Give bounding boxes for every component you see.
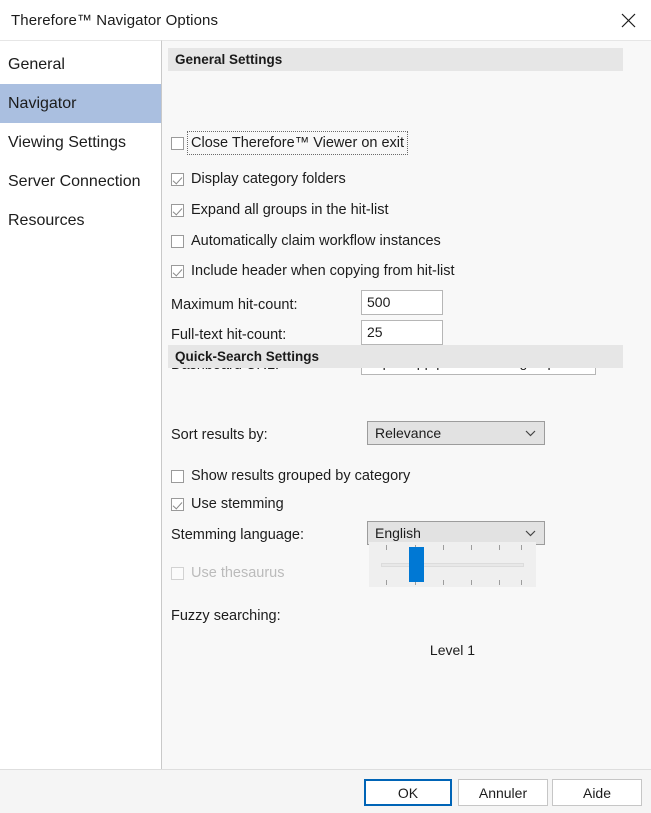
sidebar-item-label: General bbox=[8, 55, 65, 73]
select-sort-results-by[interactable]: Relevance bbox=[367, 421, 545, 445]
checkbox-row-show-grouped-by-category[interactable]: Show results grouped by category bbox=[171, 467, 410, 485]
quick-search-settings-header: Quick-Search Settings bbox=[168, 345, 623, 368]
slider-tick bbox=[499, 580, 500, 585]
checkbox-row-auto-claim-workflow[interactable]: Automatically claim workflow instances bbox=[171, 232, 441, 250]
chevron-down-icon bbox=[525, 422, 536, 444]
checkbox-row-display-category-folders[interactable]: Display category folders bbox=[171, 170, 346, 188]
general-settings-header: General Settings bbox=[168, 48, 623, 71]
sidebar: General Navigator Viewing Settings Serve… bbox=[0, 40, 162, 769]
checkbox-label: Show results grouped by category bbox=[191, 468, 411, 484]
slider-level-caption: Level 1 bbox=[429, 642, 476, 658]
checkbox-row-expand-all-groups[interactable]: Expand all groups in the hit-list bbox=[171, 201, 388, 219]
help-button[interactable]: Aide bbox=[552, 779, 642, 806]
label-sort-results-by: Sort results by: bbox=[171, 427, 268, 443]
chevron-down-icon bbox=[525, 522, 536, 544]
ok-button[interactable]: OK bbox=[364, 779, 452, 806]
input-full-text-hit-count[interactable]: 25 bbox=[361, 320, 443, 345]
slider-tick bbox=[521, 580, 522, 585]
slider-tick bbox=[443, 580, 444, 585]
slider-fuzzy-searching[interactable] bbox=[369, 542, 536, 587]
checkbox-row-use-thesaurus: Use thesaurus bbox=[171, 564, 285, 582]
checkbox-include-header-copy[interactable] bbox=[171, 264, 184, 278]
slider-tick bbox=[521, 545, 522, 550]
checkbox-row-include-header-copy[interactable]: Include header when copying from hit-lis… bbox=[171, 262, 455, 280]
checkbox-close-viewer-on-exit[interactable] bbox=[171, 136, 184, 150]
slider-tick bbox=[443, 545, 444, 550]
slider-track bbox=[381, 563, 524, 567]
checkbox-show-grouped-by-category[interactable] bbox=[171, 469, 184, 483]
label-maximum-hit-count: Maximum hit-count: bbox=[171, 297, 298, 313]
checkbox-row-use-stemming[interactable]: Use stemming bbox=[171, 495, 284, 513]
chevron-glyph bbox=[525, 530, 536, 536]
checkbox-display-category-folders[interactable] bbox=[171, 172, 184, 186]
sidebar-item-label: Navigator bbox=[8, 94, 77, 112]
checkbox-label: Expand all groups in the hit-list bbox=[191, 202, 389, 218]
window-title: Therefore™ Navigator Options bbox=[11, 11, 219, 29]
select-value: Relevance bbox=[375, 425, 442, 441]
slider-tick bbox=[471, 580, 472, 585]
sidebar-item-server-connection[interactable]: Server Connection bbox=[0, 162, 161, 201]
checkbox-auto-claim-workflow[interactable] bbox=[171, 234, 184, 248]
chevron-glyph bbox=[525, 430, 536, 436]
settings-panel: General Settings Close Therefore™ Viewer… bbox=[162, 40, 651, 769]
sidebar-item-label: Viewing Settings bbox=[8, 133, 126, 151]
checkbox-label: Display category folders bbox=[191, 171, 346, 187]
sidebar-item-resources[interactable]: Resources bbox=[0, 201, 161, 240]
close-icon[interactable] bbox=[605, 0, 651, 40]
checkbox-expand-all-groups[interactable] bbox=[171, 203, 184, 217]
checkbox-label: Use thesaurus bbox=[191, 565, 285, 581]
dialog-footer: OK Annuler Aide bbox=[0, 769, 651, 813]
sidebar-item-navigator[interactable]: Navigator bbox=[0, 84, 161, 123]
slider-thumb[interactable] bbox=[409, 547, 424, 582]
checkbox-label: Include header when copying from hit-lis… bbox=[191, 263, 455, 279]
slider-tick bbox=[386, 580, 387, 585]
slider-tick bbox=[386, 545, 387, 550]
sidebar-item-viewing-settings[interactable]: Viewing Settings bbox=[0, 123, 161, 162]
sidebar-item-general[interactable]: General bbox=[0, 45, 161, 84]
checkbox-use-stemming[interactable] bbox=[171, 497, 184, 511]
label-stemming-language: Stemming language: bbox=[171, 527, 304, 543]
cancel-button[interactable]: Annuler bbox=[458, 779, 548, 806]
checkbox-label: Close Therefore™ Viewer on exit bbox=[186, 131, 409, 155]
slider-tick bbox=[499, 545, 500, 550]
checkbox-label: Automatically claim workflow instances bbox=[191, 233, 441, 249]
select-value: English bbox=[375, 525, 421, 541]
slider-tick bbox=[471, 545, 472, 550]
label-full-text-hit-count: Full-text hit-count: bbox=[171, 327, 287, 343]
dialog-body: General Navigator Viewing Settings Serve… bbox=[0, 40, 651, 769]
checkbox-use-thesaurus bbox=[171, 566, 184, 580]
options-dialog: Therefore™ Navigator Options General Nav… bbox=[0, 0, 651, 813]
checkbox-row-close-viewer-on-exit[interactable]: Close Therefore™ Viewer on exit bbox=[171, 131, 409, 155]
close-glyph bbox=[621, 13, 635, 27]
title-bar: Therefore™ Navigator Options bbox=[0, 0, 651, 40]
input-maximum-hit-count[interactable]: 500 bbox=[361, 290, 443, 315]
sidebar-item-label: Server Connection bbox=[8, 172, 141, 190]
sidebar-item-label: Resources bbox=[8, 211, 85, 229]
checkbox-label: Use stemming bbox=[191, 496, 284, 512]
label-fuzzy-searching: Fuzzy searching: bbox=[171, 608, 281, 624]
